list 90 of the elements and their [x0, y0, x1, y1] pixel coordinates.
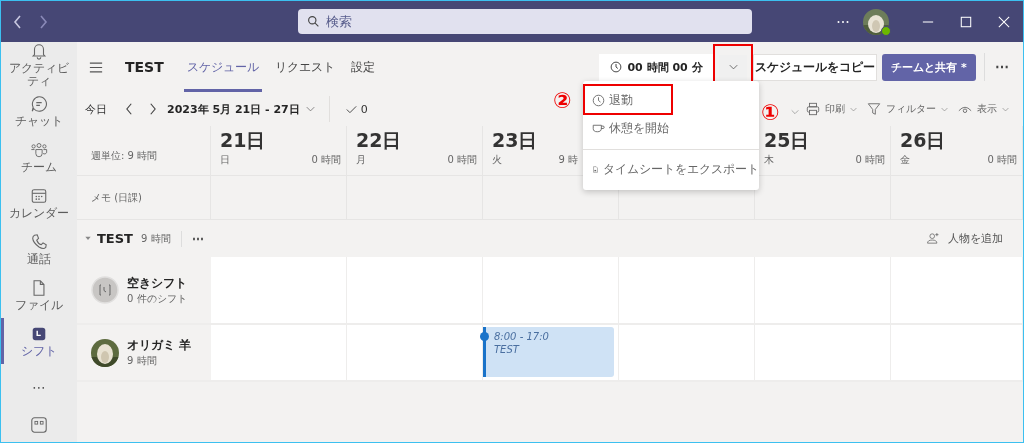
- cup-icon: [592, 122, 605, 135]
- printer-icon: [806, 102, 820, 116]
- clock-icon: [610, 61, 623, 73]
- group-hours: 9 時間: [141, 231, 171, 246]
- schedule-cell[interactable]: [891, 325, 1023, 380]
- calendar-icon: [30, 186, 48, 205]
- document-icon: [592, 163, 599, 176]
- menu-item[interactable]: タイムシートをエクスポート: [583, 155, 759, 184]
- forward-icon[interactable]: [38, 13, 48, 30]
- weekday: 火: [492, 153, 502, 167]
- team-name: TEST: [125, 59, 164, 75]
- weekday: 月: [356, 153, 366, 167]
- apps-icon[interactable]: [30, 416, 48, 434]
- step-number: ①: [761, 100, 780, 125]
- schedule-cell[interactable]: [891, 257, 1023, 323]
- collapse-icon[interactable]: [85, 236, 91, 241]
- rail-item[interactable]: ⋯: [1, 364, 77, 410]
- memo-cell[interactable]: [891, 176, 1023, 220]
- day-hours: 0 時間: [987, 153, 1017, 167]
- search-field[interactable]: 検索: [298, 9, 752, 34]
- caret-icon: [791, 108, 799, 115]
- maximize-icon[interactable]: [960, 15, 972, 28]
- back-icon[interactable]: [13, 13, 23, 30]
- date-range-button[interactable]: 2023年 5月 21日 - 27日: [163, 101, 304, 117]
- step-number: ②: [553, 88, 572, 113]
- caret-icon: [305, 106, 315, 112]
- day-hours: 9 時: [558, 153, 578, 167]
- weekday: 日: [220, 153, 230, 167]
- member-name: 空きシフト: [127, 274, 187, 292]
- menu-item[interactable]: 退勤: [583, 86, 759, 115]
- menu-icon[interactable]: [89, 61, 103, 73]
- tab[interactable]: スケジュール: [183, 42, 262, 92]
- previous-icon[interactable]: [125, 102, 134, 116]
- day-number: 23日: [492, 128, 538, 152]
- memo-cell[interactable]: [755, 176, 891, 220]
- day-number: 25日: [764, 128, 810, 152]
- clock-in-button[interactable]: 00 時間 00 分: [599, 53, 714, 81]
- search-icon: [307, 15, 320, 28]
- more-button[interactable]: ⋯: [993, 59, 1011, 75]
- today-button[interactable]: 今日: [81, 101, 111, 117]
- day-hours: 0 時間: [311, 153, 341, 167]
- file-icon: [30, 278, 48, 297]
- day-number: 26日: [900, 128, 946, 152]
- phone-icon: [30, 232, 48, 251]
- copy-schedule-button[interactable]: スケジュールをコピー: [753, 53, 877, 81]
- more-icon[interactable]: [837, 19, 849, 24]
- rail-item[interactable]: 通話: [1, 226, 77, 272]
- status-icon: [881, 25, 891, 36]
- weekday: 金: [900, 153, 910, 167]
- rail-item[interactable]: ファイル: [1, 272, 77, 318]
- approval-count: 0: [360, 102, 368, 116]
- chat-icon: [30, 94, 48, 113]
- view-button[interactable]: 表示: [958, 102, 1009, 116]
- menu-item[interactable]: 休憩を開始: [583, 114, 759, 143]
- weekly-hours: 週単位: 9 時間: [91, 149, 158, 163]
- bell-icon: [30, 42, 48, 60]
- print-button[interactable]: 印刷: [806, 102, 857, 116]
- schedule-cell[interactable]: [347, 325, 483, 380]
- rail-item[interactable]: チーム: [1, 134, 77, 180]
- group-name: TEST: [97, 231, 133, 246]
- caret-icon: [941, 106, 948, 112]
- rail-item[interactable]: チャット: [1, 88, 77, 134]
- day-number: 21日: [220, 128, 266, 152]
- member-detail: 0 件のシフト: [127, 291, 187, 306]
- member-detail: 9 時間: [127, 354, 158, 368]
- open-shift-icon: [91, 276, 119, 304]
- day-hours: 0 時間: [447, 153, 477, 167]
- caret-icon: [728, 64, 738, 70]
- add-person-icon: [926, 232, 940, 245]
- more-button[interactable]: ⋯: [191, 231, 204, 246]
- rail-item[interactable]: アクティビティ: [1, 42, 77, 88]
- filter-icon: [867, 102, 881, 116]
- tab[interactable]: 設定: [347, 42, 378, 92]
- filter-button[interactable]: フィルター: [867, 102, 948, 116]
- tab[interactable]: リクエスト: [271, 42, 338, 92]
- checkmark-icon: [345, 104, 357, 114]
- caret-icon: [1002, 106, 1009, 112]
- close-icon[interactable]: [998, 15, 1010, 28]
- clock-icon: [592, 94, 605, 107]
- day-number: 22日: [356, 128, 402, 152]
- day-hours: 0 時間: [855, 153, 885, 167]
- weekday: 木: [764, 153, 774, 167]
- member-name: オリガミ 羊: [127, 337, 192, 354]
- next-icon[interactable]: [148, 102, 157, 116]
- rail-item[interactable]: カレンダー: [1, 180, 77, 226]
- add-person-button[interactable]: 人物を追加: [926, 231, 1003, 246]
- memo-label: メモ (日課): [91, 192, 142, 203]
- caret-icon: [850, 106, 857, 112]
- share-button[interactable]: チームと共有 *: [882, 53, 976, 81]
- team-icon: [30, 140, 48, 159]
